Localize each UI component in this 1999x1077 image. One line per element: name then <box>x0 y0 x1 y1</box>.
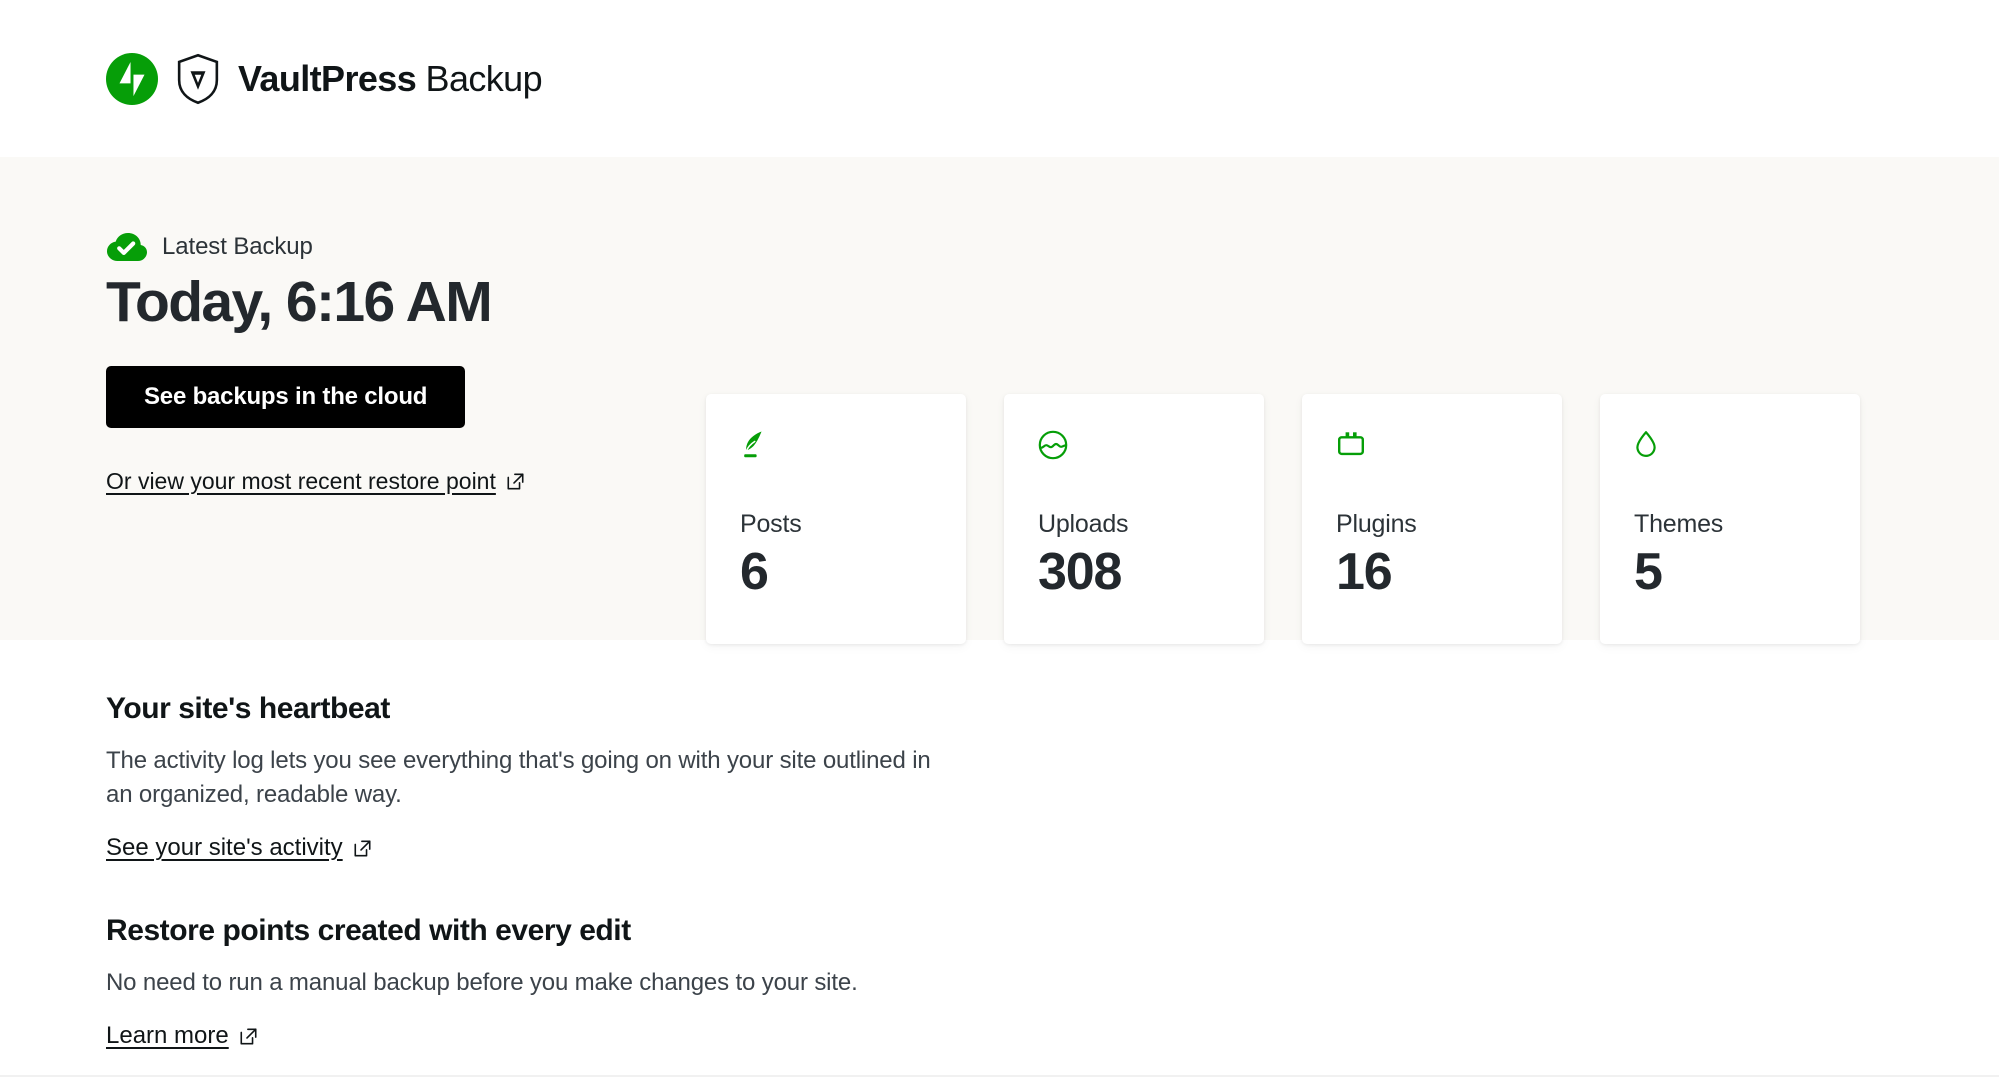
section-heartbeat: Your site's heartbeat The activity log l… <box>106 692 1999 862</box>
image-circle-icon <box>1038 428 1230 462</box>
learn-more-link[interactable]: Learn more <box>106 1022 257 1050</box>
brand-title: VaultPress Backup <box>238 57 543 100</box>
jetpack-logo-icon <box>106 52 158 105</box>
see-backups-in-cloud-button[interactable]: See backups in the cloud <box>106 365 466 428</box>
see-site-activity-link[interactable]: See your site's activity <box>106 834 371 862</box>
droplet-icon <box>1634 428 1826 462</box>
stat-value: 16 <box>1336 543 1393 601</box>
stat-card-posts: Posts 6 <box>706 394 966 644</box>
vaultpress-shield-icon <box>173 53 219 105</box>
latest-backup-time: Today, 6:16 AM <box>106 270 493 334</box>
section-body: No need to run a manual backup before yo… <box>106 969 858 997</box>
latest-backup-label: Latest Backup <box>162 233 313 260</box>
external-link-icon <box>507 473 524 490</box>
stat-label: Posts <box>740 510 802 538</box>
stat-card-plugins: Plugins 16 <box>1302 394 1562 644</box>
restore-link-label: Or view your most recent restore point <box>106 467 496 494</box>
latest-backup-status: Latest Backup <box>106 232 706 262</box>
section-body: The activity log lets you see everything… <box>106 747 931 809</box>
section-restore-points: Restore points created with every edit N… <box>106 914 1999 1050</box>
vaultpress-backup-page: VaultPress Backup Latest Backup Today, 6… <box>0 0 1999 1077</box>
quill-icon <box>740 428 932 462</box>
section-link-label: See your site's activity <box>106 834 343 862</box>
section-title: Your site's heartbeat <box>106 692 390 725</box>
external-link-icon <box>354 840 371 857</box>
brand-logo: VaultPress Backup <box>106 52 543 105</box>
stat-card-uploads: Uploads 308 <box>1004 394 1264 644</box>
stat-cards: Posts 6 Uploads 308 Plugins 16 Themes 5 <box>706 157 1860 644</box>
stat-value: 6 <box>740 543 769 601</box>
stat-label: Uploads <box>1038 510 1129 538</box>
view-recent-restore-point-link[interactable]: Or view your most recent restore point <box>106 468 524 495</box>
section-title: Restore points created with every edit <box>106 914 631 948</box>
stat-label: Themes <box>1634 510 1724 538</box>
stat-value: 5 <box>1634 543 1663 601</box>
cloud-check-icon <box>106 232 148 262</box>
hero-left-column: Latest Backup Today, 6:16 AM See backups… <box>106 157 706 495</box>
section-link-label: Learn more <box>106 1022 229 1050</box>
stat-label: Plugins <box>1336 510 1417 538</box>
brand-title-bold: VaultPress <box>238 57 417 99</box>
brand-title-light: Backup <box>416 57 543 99</box>
app-header: VaultPress Backup <box>0 0 1999 157</box>
plugin-icon <box>1336 428 1528 462</box>
backup-hero-section: Latest Backup Today, 6:16 AM See backups… <box>0 157 1999 644</box>
content-sections: Your site's heartbeat The activity log l… <box>0 640 1999 1051</box>
stat-value: 308 <box>1038 543 1122 601</box>
external-link-icon <box>240 1028 257 1045</box>
stat-card-themes: Themes 5 <box>1600 394 1860 644</box>
